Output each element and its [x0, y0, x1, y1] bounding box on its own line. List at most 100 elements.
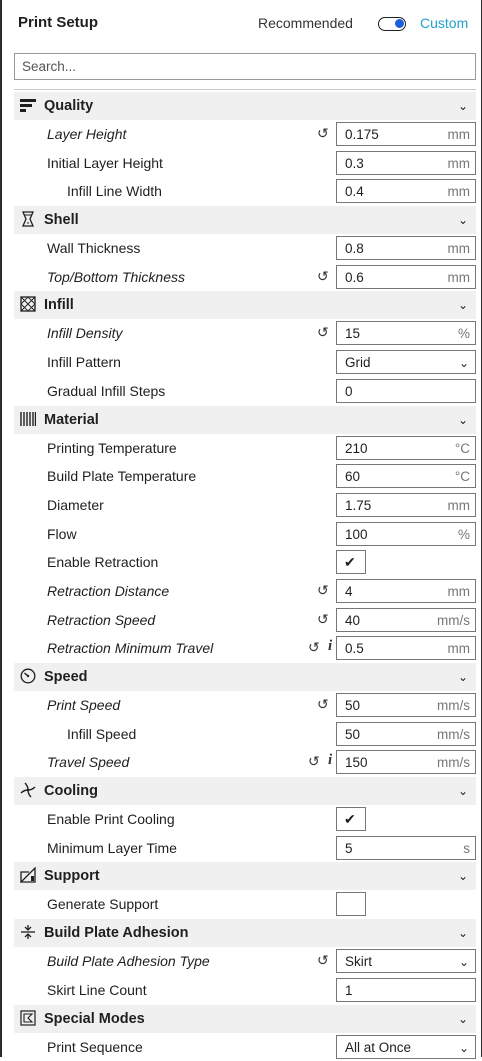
info-icon[interactable]: i [328, 638, 332, 655]
setting-row-infill-density: Infill Density↺15% [14, 319, 476, 348]
setting-label: Build Plate Adhesion Type [47, 953, 210, 969]
enable-retraction-checkbox[interactable]: ✔ [336, 550, 366, 574]
top-bottom-thickness-input[interactable]: 0.6mm [336, 265, 476, 289]
category-header-special[interactable]: Special Modes ⌄ [14, 1005, 476, 1033]
setting-label: Enable Retraction [47, 554, 158, 570]
setting-row-travel-speed: Travel Speed↺i150mm/s [14, 748, 476, 777]
setting-row-wall-thickness: Wall Thickness0.8mm [14, 234, 476, 263]
setting-row-build-plate-adhesion-type: Build Plate Adhesion Type ↺ Skirt⌄ [14, 947, 476, 976]
printing-temperature-input[interactable]: 210°C [336, 436, 476, 460]
reset-icon[interactable]: ↺ [317, 952, 329, 969]
settings-list: Quality⌄Layer Height↺0.175mmInitial Laye… [14, 92, 476, 1061]
reset-icon[interactable]: ↺ [308, 639, 320, 656]
reset-icon[interactable]: ↺ [317, 611, 329, 628]
minimum-layer-time-input[interactable]: 5s [336, 836, 476, 860]
field-value: 5 [345, 841, 353, 856]
category-header-material[interactable]: Material⌄ [14, 406, 476, 434]
chevron-down-icon[interactable]: ⌄ [458, 413, 468, 427]
setting-row-flow: Flow100% [14, 520, 476, 549]
quality-bars-icon [20, 97, 36, 113]
chevron-down-icon[interactable]: ⌄ [458, 1012, 468, 1026]
build-plate-temperature-input[interactable]: 60°C [336, 464, 476, 488]
info-icon[interactable]: i [328, 752, 332, 769]
layer-height-input[interactable]: 0.175mm [336, 122, 476, 146]
setting-label: Gradual Infill Steps [47, 383, 165, 399]
mode-toggle-switch[interactable] [378, 17, 406, 31]
setting-label: Top/Bottom Thickness [47, 269, 185, 285]
infill-density-input[interactable]: 15% [336, 321, 476, 345]
retraction-minimum-travel-input[interactable]: 0.5mm [336, 636, 476, 660]
reset-icon[interactable]: ↺ [317, 324, 329, 341]
setting-row-gradual-infill-steps: Gradual Infill Steps 0 [14, 377, 476, 406]
unit-label: mm/s [437, 613, 470, 628]
retraction-distance-input[interactable]: 4mm [336, 579, 476, 603]
chevron-down-icon[interactable]: ⌄ [458, 869, 468, 883]
category-header-infill[interactable]: Infill⌄ [14, 291, 476, 319]
category-header-cooling[interactable]: Cooling ⌄ [14, 777, 476, 805]
chevron-down-icon[interactable]: ⌄ [458, 784, 468, 798]
field-value: 40 [345, 613, 360, 628]
reset-icon[interactable]: ↺ [317, 582, 329, 599]
setting-label: Diameter [47, 497, 104, 513]
retraction-speed-input[interactable]: 40 mm/s [336, 608, 476, 632]
initial-layer-height-input[interactable]: 0.3mm [336, 151, 476, 175]
reset-icon[interactable]: ↺ [317, 696, 329, 713]
setting-label: Print Sequence [47, 1039, 143, 1055]
category-header-quality[interactable]: Quality⌄ [14, 92, 476, 120]
settings-search-box[interactable] [14, 53, 476, 80]
setting-row-retraction-distance: Retraction Distance↺4mm [14, 577, 476, 606]
field-value: 15 [345, 326, 360, 341]
recommended-mode-label[interactable]: Recommended [258, 15, 353, 31]
wall-thickness-input[interactable]: 0.8mm [336, 236, 476, 260]
category-header-shell[interactable]: Shell⌄ [14, 206, 476, 234]
infill-line-width-input[interactable]: 0.4mm [336, 179, 476, 203]
category-header-support[interactable]: Support ⌄ [14, 862, 476, 890]
generate-support-checkbox[interactable] [336, 892, 366, 916]
field-value: 150 [345, 755, 368, 770]
enable-print-cooling-checkbox[interactable]: ✔ [336, 807, 366, 831]
search-input[interactable] [15, 54, 475, 79]
custom-mode-label[interactable]: Custom [420, 15, 468, 31]
chevron-down-icon[interactable]: ⌄ [458, 926, 468, 940]
reset-icon[interactable]: ↺ [317, 268, 329, 285]
chevron-down-icon[interactable]: ⌄ [458, 213, 468, 227]
travel-speed-input[interactable]: 150mm/s [336, 750, 476, 774]
flow-input[interactable]: 100% [336, 522, 476, 546]
category-label: Cooling [44, 783, 98, 799]
setting-row-minimum-layer-time: Minimum Layer Time5s [14, 834, 476, 863]
setting-row-enable-retraction: Enable Retraction ✔ [14, 548, 476, 577]
chevron-down-icon[interactable]: ⌄ [458, 99, 468, 113]
unit-label: °C [455, 441, 470, 456]
unit-label: mm/s [437, 727, 470, 742]
chevron-down-icon[interactable]: ⌄ [458, 670, 468, 684]
panel-left-border [0, 0, 2, 1057]
unit-label: °C [455, 469, 470, 484]
chevron-down-icon[interactable]: ⌄ [458, 298, 468, 312]
field-value: 1 [345, 983, 353, 998]
unit-label: mm [448, 184, 471, 199]
infill-speed-input[interactable]: 50mm/s [336, 722, 476, 746]
category-label: Support [44, 868, 100, 884]
field-value: 4 [345, 584, 353, 599]
print-sequence-dropdown[interactable]: All at Once⌄ [336, 1035, 476, 1059]
setting-row-infill-line-width: Infill Line Width0.4mm [14, 177, 476, 206]
category-header-adhesion[interactable]: Build Plate Adhesion ⌄ [14, 919, 476, 947]
field-value: 0.5 [345, 641, 364, 656]
build-plate-adhesion-type-dropdown[interactable]: Skirt⌄ [336, 949, 476, 973]
setting-label: Skirt Line Count [47, 982, 147, 998]
print-speed-input[interactable]: 50mm/s [336, 693, 476, 717]
gradual-infill-steps-input[interactable]: 0 [336, 379, 476, 403]
reset-icon[interactable]: ↺ [317, 125, 329, 142]
field-value: 100 [345, 527, 368, 542]
category-label: Build Plate Adhesion [44, 925, 188, 941]
category-label: Special Modes [44, 1011, 145, 1027]
material-icon [20, 411, 36, 427]
category-header-speed[interactable]: Speed⌄ [14, 663, 476, 691]
skirt-line-count-input[interactable]: 1 [336, 978, 476, 1002]
setting-row-print-speed: Print Speed↺50mm/s [14, 691, 476, 720]
infill-pattern-dropdown[interactable]: Grid⌄ [336, 350, 476, 374]
reset-icon[interactable]: ↺ [308, 753, 320, 770]
unit-label: mm [448, 241, 471, 256]
diameter-input[interactable]: 1.75mm [336, 493, 476, 517]
unit-label: mm [448, 127, 471, 142]
